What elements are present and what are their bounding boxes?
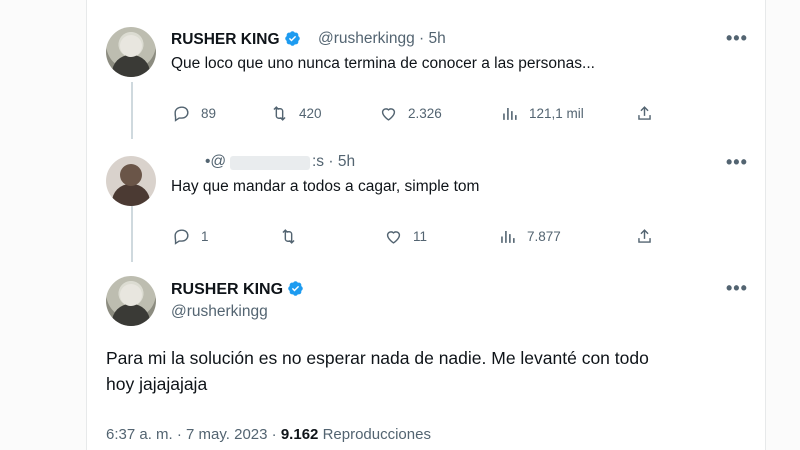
- redacted-handle: [230, 156, 310, 170]
- right-background: [766, 0, 800, 450]
- reply-icon: [174, 106, 189, 122]
- like-button[interactable]: 11: [384, 227, 427, 246]
- reply-icon: [174, 229, 189, 245]
- views-icon: [503, 107, 517, 120]
- verified-badge-icon: [288, 281, 303, 296]
- reply-button[interactable]: 1: [172, 227, 209, 246]
- tweet2-handle-b[interactable]: :s: [312, 153, 324, 170]
- like-count: 2.326: [408, 106, 442, 121]
- main-time[interactable]: 6:37 a. m.: [106, 426, 173, 443]
- tweet1-author-row: RUSHER KING: [171, 30, 301, 49]
- main-author-row: RUSHER KING: [171, 280, 304, 299]
- main-views-count: 9.162: [280, 426, 319, 443]
- like-icon: [381, 108, 396, 121]
- tweet2-handle-a[interactable]: •@: [205, 153, 226, 170]
- tweet1-handle-row: @rusherkingg · 5h: [318, 30, 446, 48]
- separator-dot: ·: [419, 30, 425, 47]
- retweet-count: 420: [299, 106, 322, 121]
- retweet-icon: [282, 229, 295, 244]
- more-icon[interactable]: •••: [726, 28, 748, 49]
- separator-dot-4: ·: [271, 426, 277, 443]
- share-icon: [638, 229, 651, 243]
- main-tweet-text: Para mi la solución es no esperar nada d…: [106, 348, 649, 394]
- like-button[interactable]: 2.326: [379, 104, 442, 123]
- share-button[interactable]: [635, 104, 654, 123]
- tweet1-text: Que loco que uno nunca termina de conoce…: [171, 55, 595, 72]
- reply-button[interactable]: 89: [172, 104, 216, 123]
- more-icon[interactable]: •••: [726, 152, 748, 173]
- tweet1-time[interactable]: 5h: [429, 30, 446, 47]
- avatar-rusherking[interactable]: [106, 27, 156, 77]
- main-date[interactable]: 7 may. 2023: [186, 426, 267, 443]
- tweet1-author-name[interactable]: RUSHER KING: [171, 31, 280, 48]
- views-button[interactable]: 121,1 mil: [500, 104, 584, 123]
- reply-count: 1: [201, 229, 209, 244]
- view-count: 7.877: [527, 229, 561, 244]
- retweet-button[interactable]: [279, 227, 308, 246]
- verified-badge-icon: [284, 31, 300, 46]
- avatar-rusherking-main[interactable]: [106, 276, 156, 326]
- separator-dot-3: ·: [176, 426, 182, 443]
- tweet2-text: Hay que mandar a todos a cagar, simple t…: [171, 178, 480, 195]
- tweet2-header: •@: [205, 153, 226, 171]
- thread-line-2: [131, 206, 133, 262]
- view-count: 121,1 mil: [529, 106, 584, 121]
- thread-line-1: [131, 82, 133, 139]
- like-count: 11: [413, 229, 428, 244]
- avatar-reply-user[interactable]: [106, 156, 156, 206]
- views-icon: [501, 230, 515, 243]
- reply-count: 89: [201, 106, 217, 121]
- separator-dot-2: ·: [328, 153, 334, 170]
- main-tweet-meta: 6:37 a. m. · 7 may. 2023 · 9.162 Reprodu…: [106, 426, 431, 443]
- more-icon[interactable]: •••: [726, 278, 748, 299]
- share-button[interactable]: [635, 227, 654, 246]
- retweet-button[interactable]: 420: [270, 104, 322, 123]
- left-background: [0, 0, 86, 450]
- retweet-icon: [273, 106, 286, 121]
- main-views-label: Reproducciones: [322, 426, 431, 443]
- like-icon: [386, 231, 401, 244]
- views-button[interactable]: 7.877: [498, 227, 561, 246]
- tweet2-time[interactable]: 5h: [338, 153, 355, 170]
- main-author-name[interactable]: RUSHER KING: [171, 281, 283, 298]
- share-icon: [638, 106, 651, 120]
- tweet2-handle-row: :s · 5h: [312, 153, 355, 171]
- tweet1-handle[interactable]: @rusherkingg: [318, 30, 415, 47]
- main-handle[interactable]: @rusherkingg: [171, 303, 268, 321]
